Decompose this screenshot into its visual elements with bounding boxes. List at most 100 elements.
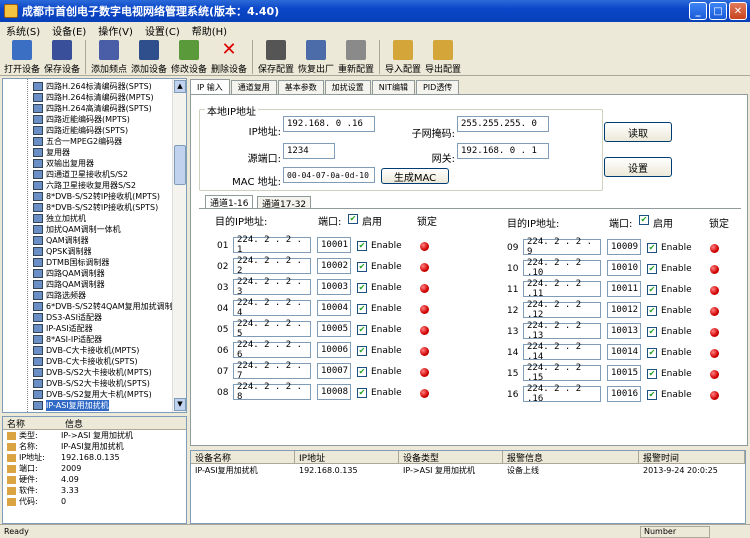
tree-item[interactable]: DVB-C大卡接收机(MPTS) (33, 345, 139, 356)
enable-checkbox[interactable]: ✔ (357, 367, 367, 377)
add-device-button[interactable]: 添加设备 (129, 38, 169, 76)
tree-item[interactable]: 8*ASI-IP适配器 (33, 334, 102, 345)
port-input[interactable]: 10011 (607, 281, 641, 297)
tab-pid-passthrough[interactable]: PID透传 (415, 80, 460, 94)
menu-help[interactable]: 帮助(H) (192, 23, 227, 38)
enable-checkbox[interactable]: ✔ (647, 243, 657, 253)
port-input[interactable]: 10007 (317, 363, 351, 379)
log-row[interactable]: IP-ASI复用加扰机 192.168.0.135 IP->ASI 复用加扰机 … (191, 464, 745, 477)
open-device-button[interactable]: 打开设备 (2, 38, 42, 76)
enable-checkbox[interactable]: ✔ (647, 306, 657, 316)
port-input[interactable]: 10006 (317, 342, 351, 358)
edit-device-button[interactable]: 修改设备 (169, 38, 209, 76)
dest-ip-input[interactable]: 224. 2 . 2 . 2 (233, 256, 311, 276)
dest-ip-input[interactable]: 224. 2 . 2 .11 (523, 279, 601, 299)
tab-nit-edit[interactable]: NIT编辑 (371, 80, 415, 94)
tree-item[interactable]: IP-ASI复用加扰机 (33, 400, 109, 411)
enable-checkbox[interactable]: ✔ (357, 283, 367, 293)
tree-item[interactable]: 四路QAM调制器 (33, 268, 105, 279)
set-button[interactable]: 设置 (604, 157, 672, 177)
local-ip-input[interactable]: 192.168. 0 .16 (283, 116, 375, 132)
port-input[interactable]: 10009 (607, 239, 641, 255)
tree-item[interactable]: QPSK调制器 (33, 246, 91, 257)
tree-item[interactable]: 8*DVB-S/S2转IP接收机(SPTS) (33, 202, 158, 213)
tree-item[interactable]: 四路H.264标清编码器(MPTS) (33, 92, 154, 103)
import-config-button[interactable]: 导入配置 (383, 38, 423, 76)
dest-ip-input[interactable]: 224. 2 . 2 . 1 (233, 235, 311, 255)
tab-channels-1-16[interactable]: 通道1-16 (205, 195, 254, 209)
reconfigure-button[interactable]: 重新配置 (336, 38, 376, 76)
dest-ip-input[interactable]: 224. 2 . 2 . 9 (523, 237, 601, 257)
port-input[interactable]: 10004 (317, 300, 351, 316)
port-input[interactable]: 10012 (607, 302, 641, 318)
tree-item[interactable]: 四路H.264高清编码器(SPTS) (33, 103, 152, 114)
tree-item[interactable]: DVB-S/S2大卡接收机(SPTS) (33, 378, 150, 389)
enable-checkbox[interactable]: ✔ (357, 325, 367, 335)
port-input[interactable]: 10016 (607, 386, 641, 402)
factory-reset-button[interactable]: 恢复出厂 (296, 38, 336, 76)
enable-checkbox[interactable]: ✔ (357, 304, 367, 314)
enable-all-checkbox-right[interactable]: ✔ (639, 215, 649, 225)
tree-scrollbar[interactable]: ▲ ▼ (172, 79, 186, 412)
close-button[interactable]: ✕ (729, 2, 747, 20)
tree-item[interactable]: 独立加扰机 (33, 213, 86, 224)
tree-item[interactable]: 6*DVB-S/S2转4QAM复用加扰调制器 (33, 301, 181, 312)
tab-scrambling[interactable]: 加扰设置 (324, 80, 371, 94)
tab-channel-mux[interactable]: 通道复用 (230, 80, 277, 94)
tree-item[interactable]: 双输出复用器 (33, 158, 94, 169)
maximize-button[interactable]: □ (709, 2, 727, 20)
generate-mac-button[interactable]: 生成MAC (381, 168, 449, 184)
menu-system[interactable]: 系统(S) (6, 23, 40, 38)
dest-ip-input[interactable]: 224. 2 . 2 .13 (523, 321, 601, 341)
tree-item[interactable]: DVB-S/S2大卡接收机(MPTS) (33, 367, 152, 378)
export-config-button[interactable]: 导出配置 (423, 38, 463, 76)
tree-item[interactable]: 四路QAM调制器 (33, 279, 105, 290)
dest-ip-input[interactable]: 224. 2 . 2 . 5 (233, 319, 311, 339)
dest-ip-input[interactable]: 224. 2 . 2 . 4 (233, 298, 311, 318)
dest-ip-input[interactable]: 224. 2 . 2 . 6 (233, 340, 311, 360)
port-input[interactable]: 10008 (317, 384, 351, 400)
port-input[interactable]: 10015 (607, 365, 641, 381)
menu-device[interactable]: 设备(E) (52, 23, 86, 38)
dest-ip-input[interactable]: 224. 2 . 2 .15 (523, 363, 601, 383)
scroll-thumb[interactable] (174, 145, 186, 185)
enable-checkbox[interactable]: ✔ (357, 262, 367, 272)
tree-item[interactable]: 四通道卫星接收机S/S2 (33, 169, 128, 180)
port-input[interactable]: 10005 (317, 321, 351, 337)
enable-checkbox[interactable]: ✔ (647, 390, 657, 400)
enable-checkbox[interactable]: ✔ (647, 369, 657, 379)
tree-item[interactable]: 四路选频器 (33, 290, 86, 301)
enable-checkbox[interactable]: ✔ (357, 241, 367, 251)
delete-device-button[interactable]: ✕ 删除设备 (209, 38, 249, 76)
dest-ip-input[interactable]: 224. 2 . 2 . 3 (233, 277, 311, 297)
tab-ip-input[interactable]: IP 输入 (190, 79, 230, 94)
enable-checkbox[interactable]: ✔ (647, 285, 657, 295)
tree-item[interactable]: 四路H.264标清编码器(SPTS) (33, 81, 152, 92)
minimize-button[interactable]: _ (689, 2, 707, 20)
scroll-down-arrow[interactable]: ▼ (174, 398, 186, 411)
enable-checkbox[interactable]: ✔ (647, 327, 657, 337)
tree-item[interactable]: 8*DVB-S/S2转IP接收机(MPTS) (33, 191, 160, 202)
tree-item[interactable]: 四路近能编码器(MPTS) (33, 114, 130, 125)
menu-settings[interactable]: 设置(C) (145, 23, 180, 38)
port-input[interactable]: 10013 (607, 323, 641, 339)
tree-item[interactable]: 四路近能编码器(SPTS) (33, 125, 128, 136)
add-frequency-button[interactable]: 添加频点 (89, 38, 129, 76)
tree-item[interactable]: DS3-ASI适配器 (33, 312, 102, 323)
enable-checkbox[interactable]: ✔ (647, 264, 657, 274)
menu-operation[interactable]: 操作(V) (98, 23, 133, 38)
port-input[interactable]: 10014 (607, 344, 641, 360)
save-config-button[interactable]: 保存配置 (256, 38, 296, 76)
tree-item[interactable]: QAM调制器 (33, 235, 89, 246)
gateway-input[interactable]: 192.168. 0 . 1 (457, 143, 549, 159)
port-input[interactable]: 10002 (317, 258, 351, 274)
tree-item[interactable]: 六路卫星接收复用器S/S2 (33, 180, 136, 191)
tree-item[interactable]: DVB-S/S2复用大卡机(MPTS) (33, 389, 152, 400)
subnet-mask-input[interactable]: 255.255.255. 0 (457, 116, 549, 132)
tree-item[interactable]: 加扰QAM调制一体机 (33, 224, 121, 235)
read-button[interactable]: 读取 (604, 122, 672, 142)
dest-ip-input[interactable]: 224. 2 . 2 .10 (523, 258, 601, 278)
mac-address-input[interactable]: 00-04-07-0a-0d-10 (283, 167, 375, 183)
port-input[interactable]: 10001 (317, 237, 351, 253)
tree-item[interactable]: DTMB国标调制器 (33, 257, 109, 268)
